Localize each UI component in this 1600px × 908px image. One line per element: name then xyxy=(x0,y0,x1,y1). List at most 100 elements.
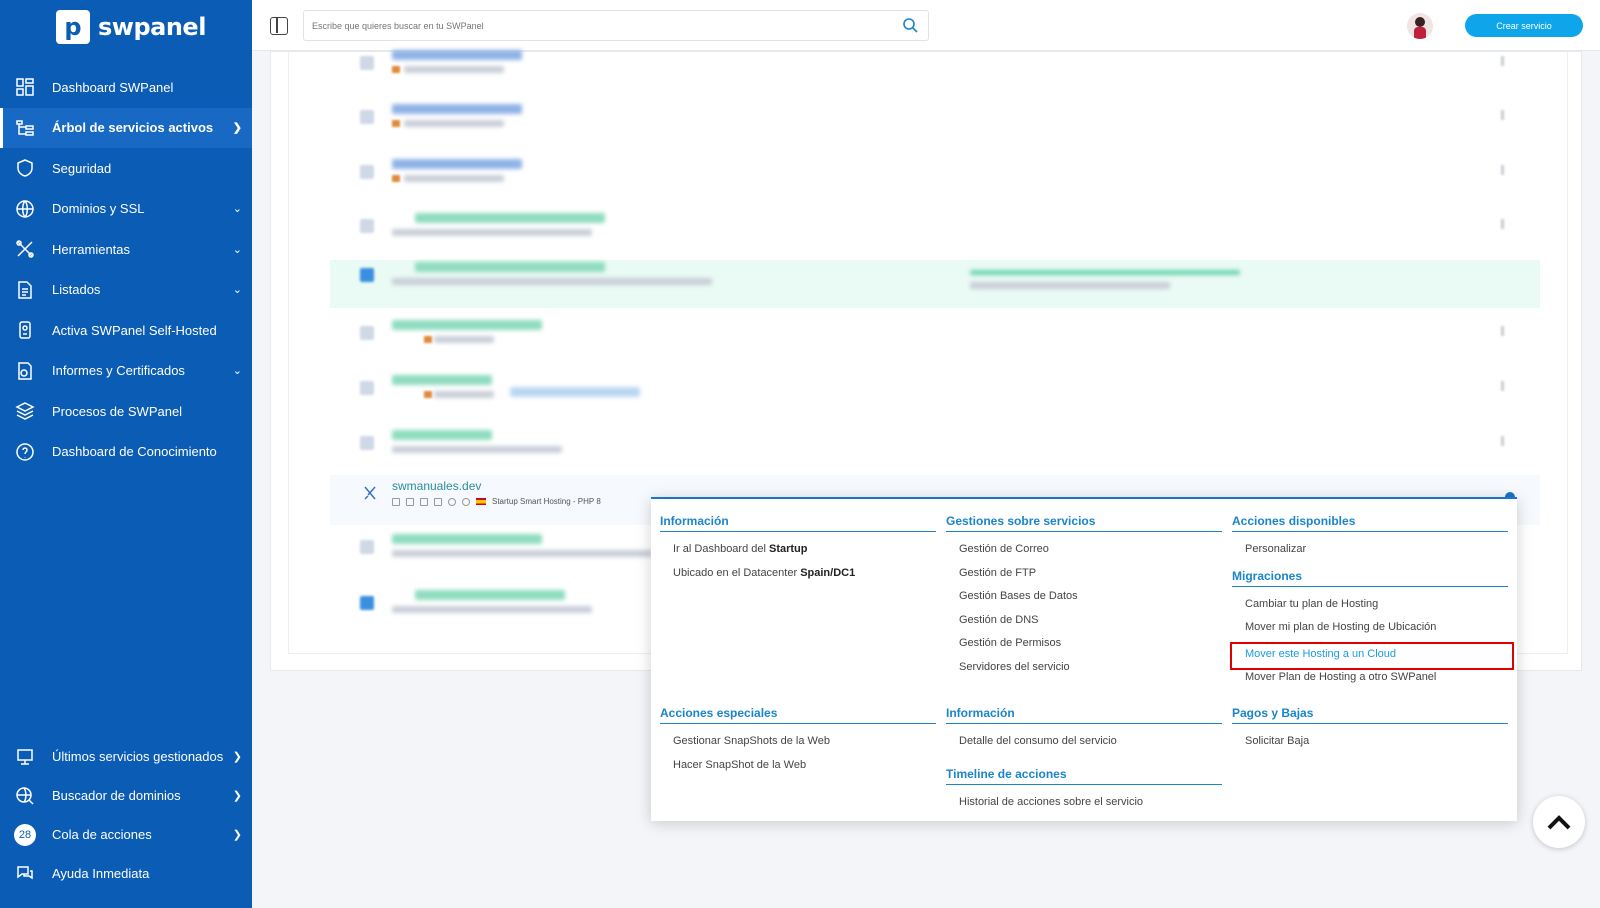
flag-icon[interactable] xyxy=(434,497,442,506)
logo-text: swpanel xyxy=(98,13,206,41)
sidebar-item-processes[interactable]: Procesos de SWPanel xyxy=(0,391,252,432)
kebab-icon[interactable] xyxy=(1501,381,1504,391)
sidebar-item-dashboard[interactable]: Dashboard SWPanel xyxy=(0,67,252,108)
service-type-icon xyxy=(360,436,374,450)
top-header: Crear servicio xyxy=(252,0,1600,51)
service-row[interactable] xyxy=(330,260,1540,308)
layers-icon xyxy=(14,400,36,422)
service-row[interactable] xyxy=(330,318,1540,364)
service-type-icon xyxy=(360,540,374,554)
menu-item-consumption[interactable]: Detalle del consumo del servicio xyxy=(946,734,1222,758)
menu-item-databases[interactable]: Gestión Bases de Datos xyxy=(946,589,1222,613)
report-icon xyxy=(14,360,36,382)
menu-item-datacenter: Ubicado en el Datacenter Spain/DC1 xyxy=(673,566,856,579)
create-service-button[interactable]: Crear servicio xyxy=(1465,14,1583,37)
search-input[interactable] xyxy=(304,11,884,40)
menu-item-cancel[interactable]: Solicitar Baja xyxy=(1232,734,1508,758)
menu-column-actions: Acciones disponibles Personalizar Migrac… xyxy=(1230,514,1514,694)
sidebar-item-tools[interactable]: Herramientas ⌄ xyxy=(0,229,252,270)
service-row[interactable] xyxy=(330,373,1540,419)
scroll-to-top-button[interactable] xyxy=(1533,796,1585,848)
sidebar-item-label: Últimos servicios gestionados xyxy=(52,749,224,764)
monitor-icon xyxy=(14,746,36,768)
service-type-icon xyxy=(360,596,374,610)
sidebar-item-label: Buscador de dominios xyxy=(52,788,181,803)
menu-item-mail[interactable]: Gestión de Correo xyxy=(946,542,1222,566)
swpanel-logo[interactable]: p swpanel xyxy=(56,10,206,44)
chevron-down-icon: ⌄ xyxy=(232,243,242,256)
service-domain[interactable]: swmanuales.dev xyxy=(392,479,481,493)
sidebar-item-label: Seguridad xyxy=(52,160,112,176)
sidebar-item-self-hosted[interactable]: Activa SWPanel Self-Hosted xyxy=(0,310,252,351)
sidebar-item-recent[interactable]: Últimos servicios gestionados ❯ xyxy=(0,737,252,776)
service-row[interactable] xyxy=(330,48,1540,94)
sidebar-item-tree[interactable]: Árbol de servicios activos ❯ xyxy=(0,107,252,148)
service-row[interactable] xyxy=(330,157,1540,203)
menu-section-title: Información xyxy=(660,514,936,532)
sidebar-item-label: Dashboard SWPanel xyxy=(52,79,174,95)
search-icon[interactable] xyxy=(902,17,918,33)
sidebar-item-action-queue[interactable]: 28 Cola de acciones ❯ xyxy=(0,815,252,854)
service-row[interactable] xyxy=(330,428,1540,474)
menu-item-change-plan[interactable]: Cambiar tu plan de Hosting xyxy=(1232,597,1508,621)
menu-item-customize[interactable]: Personalizar xyxy=(1232,542,1508,566)
kebab-icon[interactable] xyxy=(1501,219,1504,229)
menu-column-payments: Pagos y Bajas Solicitar Baja xyxy=(1232,706,1508,758)
menu-item-move-location[interactable]: Mover mi plan de Hosting de Ubicación xyxy=(1232,620,1508,644)
sidebar-item-lists[interactable]: Listados ⌄ xyxy=(0,270,252,311)
settings-icon[interactable] xyxy=(448,497,456,506)
kebab-icon[interactable] xyxy=(1501,56,1504,66)
menu-section-title: Acciones especiales xyxy=(660,706,936,724)
kebab-icon[interactable] xyxy=(1501,326,1504,336)
shield-icon xyxy=(14,157,36,179)
sidebar-item-label: Dominios y SSL xyxy=(52,201,145,217)
service-plan: Startup Smart Hosting - PHP 8 xyxy=(492,497,601,506)
tree-icon xyxy=(14,117,36,139)
kebab-icon[interactable] xyxy=(1501,165,1504,175)
tools-icon xyxy=(14,238,36,260)
menu-item-take-snapshot[interactable]: Hacer SnapShot de la Web xyxy=(660,758,936,782)
chevron-down-icon: ⌄ xyxy=(232,365,242,378)
menu-item-dashboard[interactable]: Ir al Dashboard del Startup xyxy=(660,542,936,566)
menu-item-dns[interactable]: Gestión de DNS xyxy=(946,613,1222,637)
menu-item-move-swpanel[interactable]: Mover Plan de Hosting a otro SWPanel xyxy=(1232,670,1508,694)
sidebar-item-security[interactable]: Seguridad xyxy=(0,148,252,189)
chevron-right-icon: ❯ xyxy=(232,829,242,841)
menu-section-title: Pagos y Bajas xyxy=(1232,706,1508,724)
menu-section-title: Información xyxy=(946,706,1222,724)
sidebar-item-domain-search[interactable]: Buscador de dominios ❯ xyxy=(0,776,252,815)
menu-item-manage-snapshots[interactable]: Gestionar SnapShots de la Web xyxy=(660,734,936,758)
sidebar-item-help[interactable]: Ayuda Inmediata xyxy=(0,854,252,893)
chevron-right-icon: ❯ xyxy=(232,122,242,135)
menu-item-permissions[interactable]: Gestión de Permisos xyxy=(946,636,1222,660)
server-icon xyxy=(14,319,36,341)
service-row[interactable] xyxy=(330,211,1540,257)
menu-item-history[interactable]: Historial de acciones sobre el servicio xyxy=(946,795,1222,819)
user-avatar[interactable] xyxy=(1407,13,1433,39)
sidebar-item-label: Dashboard de Conocimiento xyxy=(52,444,217,460)
sidebar-item-knowledge[interactable]: Dashboard de Conocimiento xyxy=(0,432,252,473)
sidebar-item-domains[interactable]: Dominios y SSL ⌄ xyxy=(0,189,252,230)
service-type-icon xyxy=(360,110,374,124)
kebab-icon[interactable] xyxy=(1501,436,1504,446)
sidebar-item-label: Procesos de SWPanel xyxy=(52,403,183,419)
service-type-icon xyxy=(360,381,374,395)
menu-item-servers[interactable]: Servidores del servicio xyxy=(946,660,1222,684)
chat-icon xyxy=(14,863,36,885)
kebab-icon[interactable] xyxy=(1501,110,1504,120)
menu-section-title: Timeline de acciones xyxy=(946,767,1222,785)
service-row[interactable] xyxy=(330,102,1540,148)
menu-item-ftp[interactable]: Gestión de FTP xyxy=(946,566,1222,590)
dashboard-icon xyxy=(14,76,36,98)
clock-icon[interactable] xyxy=(462,497,470,506)
mail-icon[interactable] xyxy=(406,497,414,506)
database-icon[interactable] xyxy=(420,497,428,506)
sidebar-item-reports[interactable]: Informes y Certificados ⌄ xyxy=(0,351,252,392)
menu-column-info: Información Ir al Dashboard del Startup … xyxy=(660,514,936,589)
file-icon[interactable] xyxy=(392,497,400,506)
menu-column-special: Acciones especiales Gestionar SnapShots … xyxy=(660,706,936,781)
service-type-icon xyxy=(360,56,374,70)
menu-item-move-to-cloud[interactable]: Mover este Hosting a un Cloud xyxy=(1230,641,1514,670)
sidebar-item-label: Árbol de servicios activos xyxy=(52,120,214,136)
sidebar-toggle-icon[interactable] xyxy=(270,17,288,35)
